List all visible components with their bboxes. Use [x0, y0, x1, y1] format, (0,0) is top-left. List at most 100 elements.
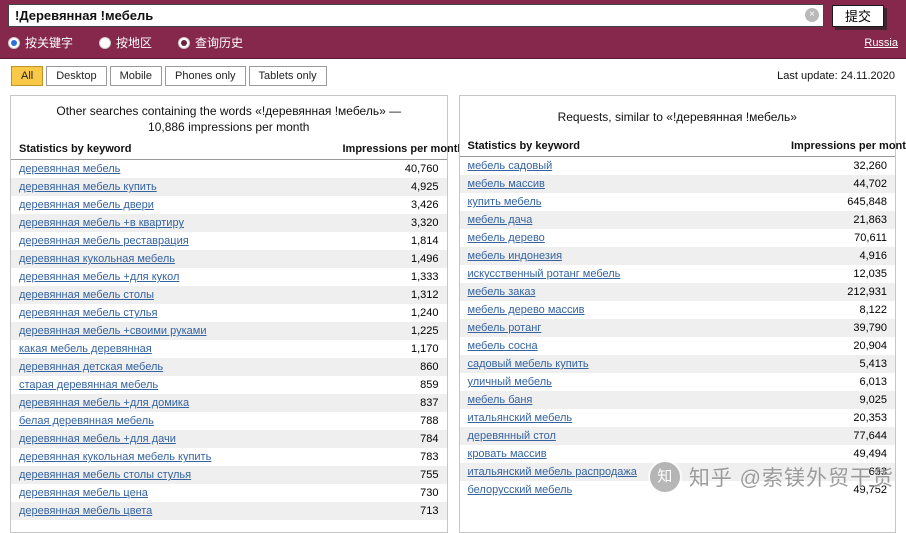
col-impressions-header: Impressions per month?	[334, 139, 480, 161]
impressions-value: 20,904	[853, 340, 887, 352]
impressions-value: 633	[783, 463, 895, 481]
keyword-cell: деревянная мебель купить	[11, 178, 335, 197]
table-row: мебель дерево массив 8,122	[460, 301, 896, 319]
keyword-link[interactable]: деревянная мебель +для кукол	[19, 271, 179, 283]
impressions-value: 20,353	[853, 412, 887, 424]
keyword-link[interactable]: деревянная мебель +в квартиру	[19, 217, 184, 229]
radio-unselected-icon	[178, 36, 191, 49]
region-link[interactable]: Russia	[864, 37, 898, 49]
keyword-link[interactable]: итальянский мебель распродажа	[468, 466, 637, 478]
keyword-link[interactable]: садовый мебель купить	[468, 358, 589, 370]
keyword-link[interactable]: старая деревянная мебель	[19, 379, 158, 391]
keyword-cell: мебель дача	[459, 211, 783, 229]
impressions-value: 784	[334, 430, 447, 449]
keyword-link[interactable]: купить мебель	[468, 196, 542, 208]
keyword-link[interactable]: мебель дача	[468, 214, 533, 226]
keyword-link[interactable]: мебель ротанг	[468, 322, 542, 334]
keyword-cell: деревянная мебель +для дачи	[11, 430, 335, 449]
keyword-link[interactable]: деревянная мебель +своими руками	[19, 325, 206, 337]
table-row: деревянная мебель 40,760	[11, 160, 447, 179]
keyword-link[interactable]: итальянский мебель	[468, 412, 573, 424]
impressions-value: 49,752	[853, 484, 887, 496]
impressions-value: 755	[334, 466, 447, 485]
keyword-link[interactable]: уличный мебель	[468, 376, 552, 388]
keyword-link[interactable]: мебель дерево массив	[468, 304, 585, 316]
topbar: × 提交 按关键字 按地区 查询历史 Russia	[0, 0, 906, 59]
right-panel: Requests, similar to «!деревянная !мебел…	[458, 95, 906, 533]
keyword-link[interactable]: деревянная мебель двери	[19, 199, 154, 211]
impressions-value: 3,320	[334, 214, 447, 233]
impressions-value: 730	[420, 487, 439, 500]
left-keyword-table: Statistics by keyword Impressions per mo…	[11, 139, 480, 521]
keyword-link[interactable]: деревянная кукольная мебель	[19, 253, 175, 265]
table-row: уличный мебель 6,013	[460, 373, 896, 391]
keyword-cell: кровать массив	[460, 445, 784, 463]
keyword-link[interactable]: искусственный ротанг мебель	[468, 268, 621, 280]
clear-icon[interactable]: ×	[805, 8, 819, 22]
tab-mobile[interactable]: Mobile	[109, 66, 162, 86]
keyword-link[interactable]: мебель сосна	[468, 340, 538, 352]
keyword-link[interactable]: деревянная мебель купить	[19, 181, 157, 193]
impressions-value: 70,611	[854, 232, 887, 244]
table-row: мебель дерево 70,611	[460, 229, 896, 247]
radio-by-keyword[interactable]: 按关键字	[8, 34, 73, 51]
table-row: деревянная детская мебель 860	[11, 358, 447, 377]
keyword-link[interactable]: какая мебель деревянная	[19, 343, 152, 355]
radio-query-history[interactable]: 查询历史	[178, 34, 243, 51]
table-row: деревянная мебель столы стулья 755	[11, 466, 447, 485]
table-row: искусственный ротанг мебель 12,035	[460, 265, 896, 283]
impressions-value: 44,702	[783, 175, 895, 193]
tab-desktop[interactable]: Desktop	[46, 66, 107, 86]
impressions-value: 4,916	[783, 247, 895, 265]
keyword-link[interactable]: деревянная мебель стулья	[19, 307, 157, 319]
keyword-cell: итальянский мебель	[460, 409, 784, 427]
tab-tablets-only[interactable]: Tablets only	[248, 66, 327, 86]
keyword-cell: деревянная мебель +для домика	[11, 394, 335, 413]
table-row: деревянная мебель реставрация 1,814	[11, 232, 447, 250]
keyword-link[interactable]: деревянная мебель	[19, 163, 120, 175]
keyword-cell: мебель заказ	[459, 283, 783, 301]
col-impressions-label: Impressions per month	[342, 143, 465, 156]
table-row: деревянная мебель +для дачи 784	[11, 430, 447, 449]
keyword-link[interactable]: мебель садовый	[468, 160, 553, 172]
keyword-link[interactable]: деревянная мебель реставрация	[19, 235, 189, 247]
keyword-link[interactable]: мебель индонезия	[468, 250, 563, 262]
keyword-link[interactable]: мебель массив	[468, 178, 545, 190]
device-tabs: All Desktop Mobile Phones only Tablets only	[11, 66, 327, 86]
table-row: деревянная кукольная мебель купить 783	[11, 448, 447, 466]
tab-phones-only[interactable]: Phones only	[165, 66, 246, 86]
table-row: деревянная мебель +для домика 837	[11, 394, 447, 413]
keyword-link[interactable]: деревянная мебель столы	[19, 289, 154, 301]
keyword-link[interactable]: белая деревянная мебель	[19, 415, 154, 427]
keyword-link[interactable]: мебель дерево	[468, 232, 545, 244]
keyword-link[interactable]: деревянный стол	[468, 430, 556, 442]
submit-button[interactable]: 提交	[832, 4, 884, 27]
keyword-link[interactable]: деревянная мебель +для дачи	[19, 433, 176, 445]
keyword-link[interactable]: деревянная мебель цена	[19, 487, 148, 499]
keyword-cell: деревянная мебель реставрация	[11, 232, 335, 250]
tab-all[interactable]: All	[11, 66, 44, 86]
keyword-link[interactable]: деревянная мебель +для домика	[19, 397, 189, 409]
keyword-link[interactable]: деревянная детская мебель	[19, 361, 163, 373]
keyword-link[interactable]: деревянная мебель цвета	[19, 505, 152, 517]
impressions-value: 32,260	[853, 160, 887, 172]
keyword-link[interactable]: мебель баня	[468, 394, 533, 406]
table-row: мебель массив 44,702	[459, 175, 895, 193]
keyword-link[interactable]: белорусский мебель	[468, 484, 573, 496]
left-panel-title: Other searches containing the words «!де…	[56, 104, 402, 135]
impressions-value: 1,496	[334, 250, 447, 269]
keyword-link[interactable]: деревянная кукольная мебель купить	[19, 451, 211, 463]
col-keyword-header: Statistics by keyword	[11, 139, 335, 161]
keyword-link[interactable]: деревянная мебель столы стулья	[19, 469, 191, 481]
impressions-value: 3,426	[410, 199, 439, 212]
impressions-value: 40,760	[404, 163, 439, 176]
impressions-value: 788	[420, 415, 439, 428]
table-row: мебель баня 9,025	[459, 391, 895, 409]
search-input[interactable]	[8, 4, 824, 27]
impressions-value: 1,312	[334, 286, 447, 305]
radio-by-region[interactable]: 按地区	[99, 34, 152, 51]
table-row: деревянная мебель +в квартиру 3,320	[11, 214, 447, 233]
keyword-link[interactable]: кровать массив	[468, 448, 547, 460]
keyword-link[interactable]: мебель заказ	[468, 286, 536, 298]
keyword-cell: деревянная кукольная мебель	[11, 250, 335, 269]
